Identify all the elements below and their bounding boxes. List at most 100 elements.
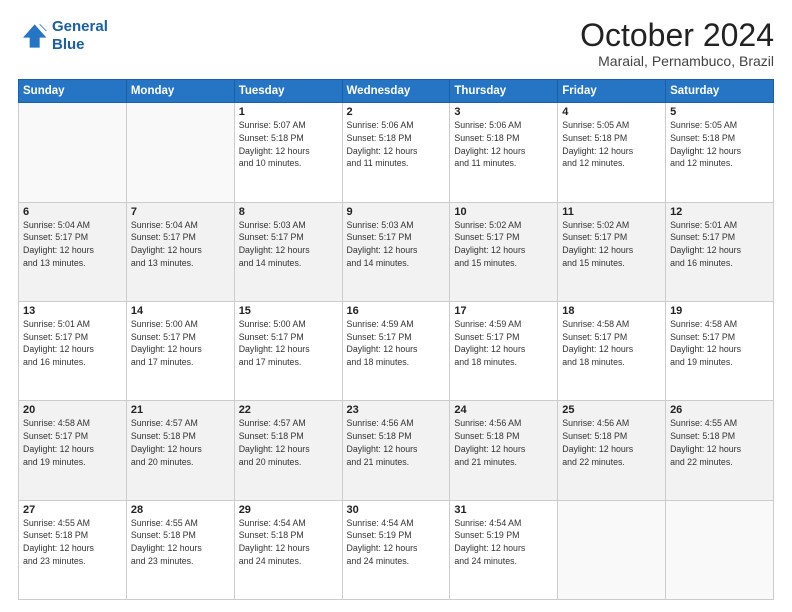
week-row-2: 6Sunrise: 5:04 AM Sunset: 5:17 PM Daylig… — [19, 202, 774, 301]
calendar-cell — [19, 103, 127, 202]
day-info: Sunrise: 4:55 AM Sunset: 5:18 PM Dayligh… — [23, 517, 122, 568]
day-number: 23 — [347, 404, 446, 416]
day-number: 15 — [239, 305, 338, 317]
day-info: Sunrise: 4:55 AM Sunset: 5:18 PM Dayligh… — [131, 517, 230, 568]
logo: General Blue — [18, 18, 108, 54]
day-info: Sunrise: 5:01 AM Sunset: 5:17 PM Dayligh… — [670, 219, 769, 270]
day-number: 27 — [23, 504, 122, 516]
logo-line2: Blue — [52, 36, 108, 54]
calendar-cell: 15Sunrise: 5:00 AM Sunset: 5:17 PM Dayli… — [234, 301, 342, 400]
page: General Blue October 2024 Maraial, Perna… — [0, 0, 792, 612]
calendar-cell: 31Sunrise: 4:54 AM Sunset: 5:19 PM Dayli… — [450, 500, 558, 599]
calendar-cell: 14Sunrise: 5:00 AM Sunset: 5:17 PM Dayli… — [126, 301, 234, 400]
calendar-cell: 8Sunrise: 5:03 AM Sunset: 5:17 PM Daylig… — [234, 202, 342, 301]
day-number: 21 — [131, 404, 230, 416]
day-number: 19 — [670, 305, 769, 317]
calendar-cell: 12Sunrise: 5:01 AM Sunset: 5:17 PM Dayli… — [666, 202, 774, 301]
calendar-cell: 27Sunrise: 4:55 AM Sunset: 5:18 PM Dayli… — [19, 500, 127, 599]
day-info: Sunrise: 4:58 AM Sunset: 5:17 PM Dayligh… — [23, 417, 122, 468]
day-number: 28 — [131, 504, 230, 516]
day-info: Sunrise: 5:03 AM Sunset: 5:17 PM Dayligh… — [239, 219, 338, 270]
calendar-cell: 2Sunrise: 5:06 AM Sunset: 5:18 PM Daylig… — [342, 103, 450, 202]
day-info: Sunrise: 5:06 AM Sunset: 5:18 PM Dayligh… — [454, 119, 553, 170]
day-number: 7 — [131, 206, 230, 218]
day-info: Sunrise: 4:54 AM Sunset: 5:19 PM Dayligh… — [347, 517, 446, 568]
day-number: 6 — [23, 206, 122, 218]
day-number: 13 — [23, 305, 122, 317]
day-number: 4 — [562, 106, 661, 118]
day-info: Sunrise: 4:58 AM Sunset: 5:17 PM Dayligh… — [562, 318, 661, 369]
calendar-cell: 16Sunrise: 4:59 AM Sunset: 5:17 PM Dayli… — [342, 301, 450, 400]
column-header-tuesday: Tuesday — [234, 80, 342, 103]
calendar-cell: 11Sunrise: 5:02 AM Sunset: 5:17 PM Dayli… — [558, 202, 666, 301]
calendar-cell: 24Sunrise: 4:56 AM Sunset: 5:18 PM Dayli… — [450, 401, 558, 500]
day-info: Sunrise: 4:54 AM Sunset: 5:19 PM Dayligh… — [454, 517, 553, 568]
day-info: Sunrise: 5:03 AM Sunset: 5:17 PM Dayligh… — [347, 219, 446, 270]
header-row: SundayMondayTuesdayWednesdayThursdayFrid… — [19, 80, 774, 103]
day-number: 30 — [347, 504, 446, 516]
day-info: Sunrise: 4:56 AM Sunset: 5:18 PM Dayligh… — [454, 417, 553, 468]
day-info: Sunrise: 4:59 AM Sunset: 5:17 PM Dayligh… — [454, 318, 553, 369]
calendar-cell: 22Sunrise: 4:57 AM Sunset: 5:18 PM Dayli… — [234, 401, 342, 500]
day-info: Sunrise: 4:56 AM Sunset: 5:18 PM Dayligh… — [347, 417, 446, 468]
column-header-thursday: Thursday — [450, 80, 558, 103]
calendar-cell — [126, 103, 234, 202]
day-info: Sunrise: 5:00 AM Sunset: 5:17 PM Dayligh… — [131, 318, 230, 369]
day-number: 5 — [670, 106, 769, 118]
logo-icon — [18, 21, 48, 51]
calendar-cell — [558, 500, 666, 599]
day-info: Sunrise: 4:56 AM Sunset: 5:18 PM Dayligh… — [562, 417, 661, 468]
column-header-friday: Friday — [558, 80, 666, 103]
calendar-cell: 29Sunrise: 4:54 AM Sunset: 5:18 PM Dayli… — [234, 500, 342, 599]
day-number: 18 — [562, 305, 661, 317]
calendar-cell: 20Sunrise: 4:58 AM Sunset: 5:17 PM Dayli… — [19, 401, 127, 500]
day-info: Sunrise: 5:02 AM Sunset: 5:17 PM Dayligh… — [562, 219, 661, 270]
location-title: Maraial, Pernambuco, Brazil — [580, 53, 774, 69]
calendar-cell: 21Sunrise: 4:57 AM Sunset: 5:18 PM Dayli… — [126, 401, 234, 500]
week-row-4: 20Sunrise: 4:58 AM Sunset: 5:17 PM Dayli… — [19, 401, 774, 500]
day-number: 1 — [239, 106, 338, 118]
logo-line1: General — [52, 18, 108, 36]
day-number: 3 — [454, 106, 553, 118]
day-number: 24 — [454, 404, 553, 416]
calendar-cell: 9Sunrise: 5:03 AM Sunset: 5:17 PM Daylig… — [342, 202, 450, 301]
calendar-cell: 6Sunrise: 5:04 AM Sunset: 5:17 PM Daylig… — [19, 202, 127, 301]
calendar-cell: 13Sunrise: 5:01 AM Sunset: 5:17 PM Dayli… — [19, 301, 127, 400]
day-number: 20 — [23, 404, 122, 416]
calendar-cell: 18Sunrise: 4:58 AM Sunset: 5:17 PM Dayli… — [558, 301, 666, 400]
calendar-cell: 30Sunrise: 4:54 AM Sunset: 5:19 PM Dayli… — [342, 500, 450, 599]
day-info: Sunrise: 5:04 AM Sunset: 5:17 PM Dayligh… — [23, 219, 122, 270]
column-header-monday: Monday — [126, 80, 234, 103]
day-info: Sunrise: 4:57 AM Sunset: 5:18 PM Dayligh… — [131, 417, 230, 468]
day-info: Sunrise: 5:05 AM Sunset: 5:18 PM Dayligh… — [562, 119, 661, 170]
day-info: Sunrise: 5:07 AM Sunset: 5:18 PM Dayligh… — [239, 119, 338, 170]
calendar-cell: 4Sunrise: 5:05 AM Sunset: 5:18 PM Daylig… — [558, 103, 666, 202]
day-info: Sunrise: 4:57 AM Sunset: 5:18 PM Dayligh… — [239, 417, 338, 468]
title-area: October 2024 Maraial, Pernambuco, Brazil — [580, 18, 774, 69]
day-number: 16 — [347, 305, 446, 317]
day-number: 8 — [239, 206, 338, 218]
column-header-wednesday: Wednesday — [342, 80, 450, 103]
day-number: 10 — [454, 206, 553, 218]
calendar-cell: 5Sunrise: 5:05 AM Sunset: 5:18 PM Daylig… — [666, 103, 774, 202]
calendar-cell: 23Sunrise: 4:56 AM Sunset: 5:18 PM Dayli… — [342, 401, 450, 500]
day-info: Sunrise: 5:05 AM Sunset: 5:18 PM Dayligh… — [670, 119, 769, 170]
day-number: 22 — [239, 404, 338, 416]
calendar-cell — [666, 500, 774, 599]
week-row-1: 1Sunrise: 5:07 AM Sunset: 5:18 PM Daylig… — [19, 103, 774, 202]
day-info: Sunrise: 5:06 AM Sunset: 5:18 PM Dayligh… — [347, 119, 446, 170]
day-info: Sunrise: 4:58 AM Sunset: 5:17 PM Dayligh… — [670, 318, 769, 369]
day-info: Sunrise: 5:01 AM Sunset: 5:17 PM Dayligh… — [23, 318, 122, 369]
day-number: 25 — [562, 404, 661, 416]
day-info: Sunrise: 4:59 AM Sunset: 5:17 PM Dayligh… — [347, 318, 446, 369]
day-number: 31 — [454, 504, 553, 516]
calendar-cell: 25Sunrise: 4:56 AM Sunset: 5:18 PM Dayli… — [558, 401, 666, 500]
day-number: 11 — [562, 206, 661, 218]
day-info: Sunrise: 5:02 AM Sunset: 5:17 PM Dayligh… — [454, 219, 553, 270]
calendar-cell: 19Sunrise: 4:58 AM Sunset: 5:17 PM Dayli… — [666, 301, 774, 400]
calendar-cell: 1Sunrise: 5:07 AM Sunset: 5:18 PM Daylig… — [234, 103, 342, 202]
week-row-5: 27Sunrise: 4:55 AM Sunset: 5:18 PM Dayli… — [19, 500, 774, 599]
week-row-3: 13Sunrise: 5:01 AM Sunset: 5:17 PM Dayli… — [19, 301, 774, 400]
calendar-cell: 3Sunrise: 5:06 AM Sunset: 5:18 PM Daylig… — [450, 103, 558, 202]
calendar-cell: 10Sunrise: 5:02 AM Sunset: 5:17 PM Dayli… — [450, 202, 558, 301]
